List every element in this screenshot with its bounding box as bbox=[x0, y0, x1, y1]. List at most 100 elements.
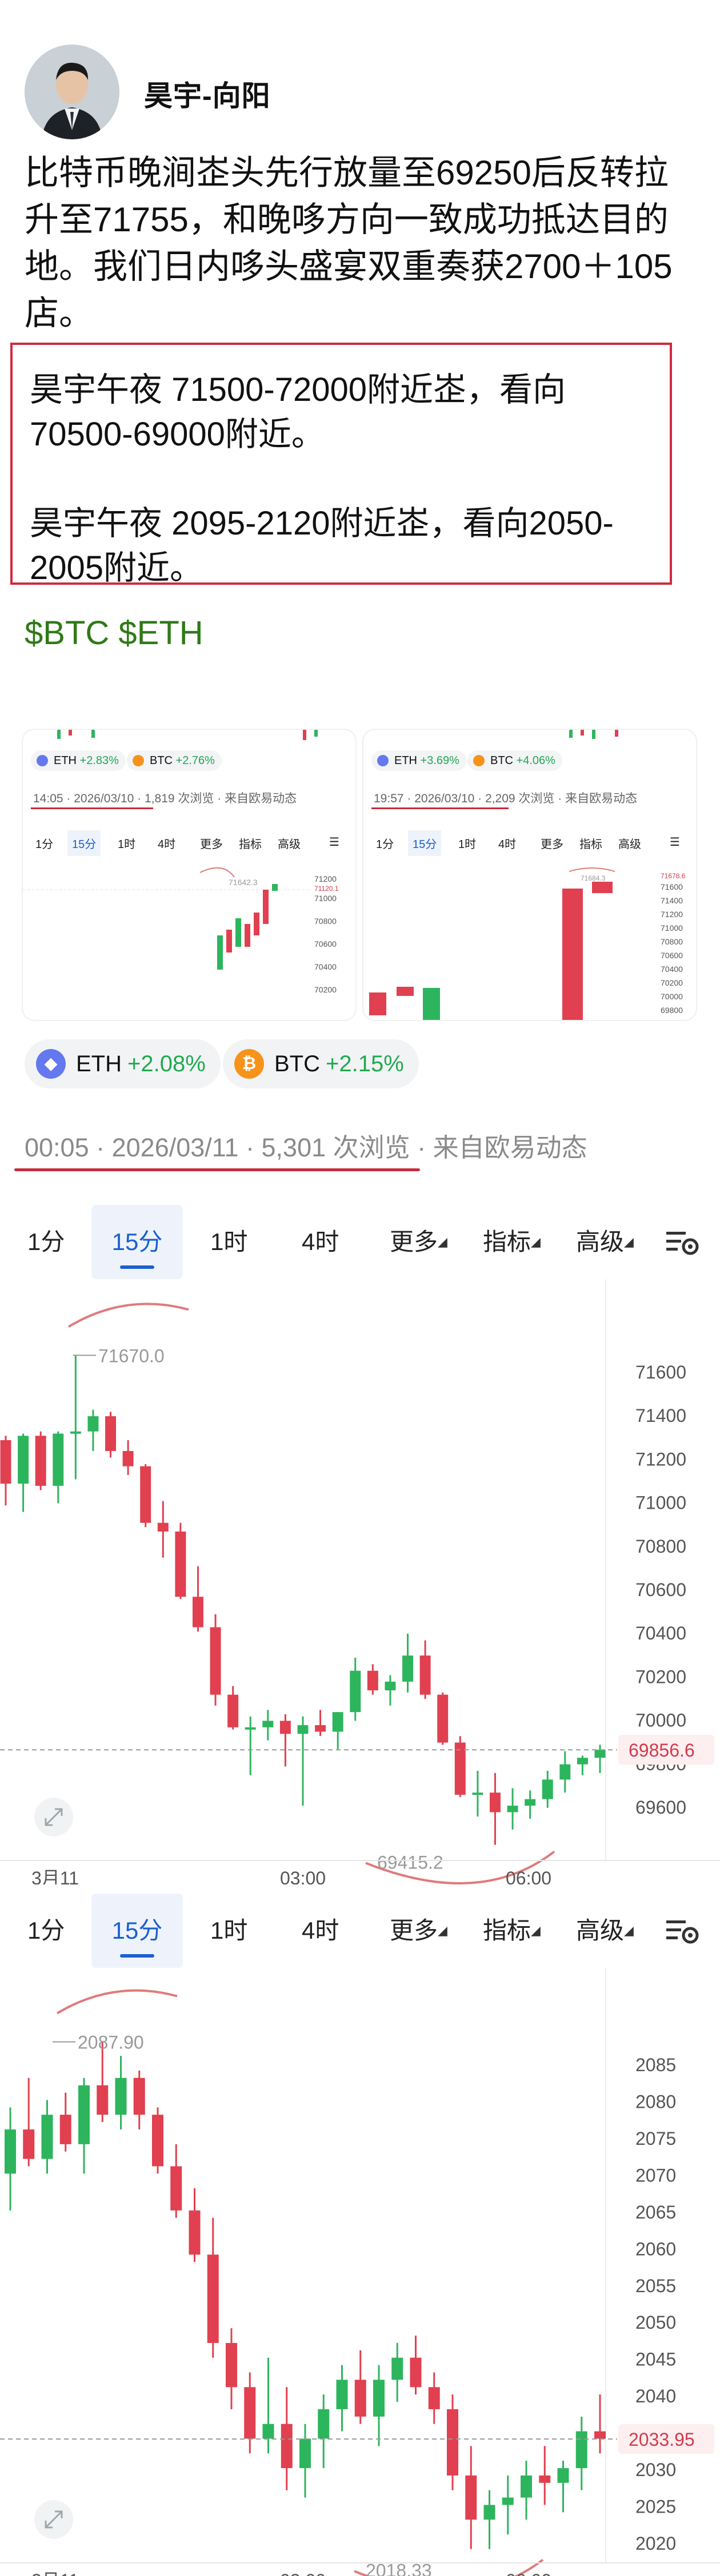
tab-more[interactable]: 更多◢ bbox=[390, 1205, 447, 1279]
svg-text:71000: 71000 bbox=[661, 923, 683, 933]
tab-advanced[interactable]: 高级◢ bbox=[576, 1205, 634, 1279]
tab-more[interactable]: 更多◢ bbox=[390, 1894, 447, 1968]
current-price-label: 69856.6 bbox=[629, 1740, 695, 1761]
post-meta: 00:05 · 2026/03/11 · 5,301 次浏览 · 来自欧易动态 bbox=[25, 1133, 587, 1162]
ethereum-icon: ◆ bbox=[36, 1049, 66, 1079]
tab-1m[interactable]: 1分 bbox=[27, 1205, 65, 1279]
eth-chip[interactable]: ◆ ETH +2.08% bbox=[25, 1039, 221, 1088]
candle-body bbox=[297, 1725, 309, 1734]
tab-indicators[interactable]: 指标◢ bbox=[483, 1205, 541, 1279]
candle-body bbox=[122, 1450, 134, 1466]
preview-meta: 19:57 · 2026/03/10 · 2,209 次浏览 · 来自欧易动态 bbox=[374, 792, 638, 805]
y-tick-label: 70400 bbox=[635, 1623, 686, 1643]
high-price-label: 2087.90 bbox=[78, 2032, 144, 2053]
y-tick-label: 70200 bbox=[635, 1666, 686, 1687]
y-tick-label: 71000 bbox=[635, 1493, 686, 1513]
candle-body bbox=[373, 2380, 385, 2417]
candle-body bbox=[437, 1694, 449, 1743]
candle-body bbox=[354, 2380, 366, 2417]
current-price-label: 2033.95 bbox=[629, 2429, 695, 2450]
candle-body bbox=[18, 1436, 29, 1484]
x-tick-label: 3月11 bbox=[31, 2570, 79, 2576]
y-tick-label: 2055 bbox=[635, 2276, 676, 2296]
btc-chart[interactable]: 71600 71400 71200 71000 70800 70600 70400 70200… bbox=[0, 1279, 720, 1884]
svg-text:71200: 71200 bbox=[314, 874, 337, 883]
candle-body bbox=[244, 2387, 256, 2439]
candle-body bbox=[525, 1799, 536, 1806]
y-tick-label: 2020 bbox=[635, 2533, 676, 2554]
candle-body bbox=[175, 1531, 186, 1597]
chart-settings-icon[interactable] bbox=[663, 1914, 703, 1948]
svg-text:71120.1: 71120.1 bbox=[314, 885, 339, 893]
btc-chip[interactable]: ₿ BTC +2.15% bbox=[223, 1039, 419, 1088]
candle-body bbox=[97, 2085, 109, 2115]
svg-text:71678.6: 71678.6 bbox=[661, 872, 686, 880]
preview-top-candles bbox=[57, 730, 318, 740]
eth-chart[interactable]: 2085 2080 2075 2070 2065 2060 2055 2050 2045 2040… bbox=[0, 1968, 720, 2576]
candle-body bbox=[419, 1655, 431, 1695]
candle-body bbox=[279, 1721, 291, 1734]
candle-body bbox=[367, 1670, 378, 1691]
x-tick-label: 3月11 bbox=[31, 1868, 79, 1884]
y-tick-label: 71600 bbox=[635, 1362, 686, 1383]
tab-advanced[interactable]: 高级◢ bbox=[576, 1894, 634, 1968]
candle-body bbox=[299, 2438, 311, 2469]
candle-body bbox=[152, 2115, 163, 2167]
svg-text:71200: 71200 bbox=[661, 910, 683, 919]
avatar[interactable] bbox=[25, 45, 119, 139]
quote-line-btc: 昊宇午夜 71500-72000附近峜，看向70500-69000附近。 bbox=[30, 371, 566, 453]
candle-body bbox=[575, 2431, 587, 2469]
candle-body bbox=[472, 1793, 483, 1795]
candle-body bbox=[447, 2409, 458, 2475]
candle-body bbox=[332, 1712, 343, 1732]
y-tick-label: 70800 bbox=[635, 1536, 686, 1557]
candle-body bbox=[59, 2115, 71, 2144]
tab-15m[interactable]: 15分 bbox=[91, 1894, 183, 1968]
preview-eth-chip: ETH +3.69% bbox=[371, 750, 466, 771]
candle-body bbox=[87, 1416, 99, 1432]
preview-image-left[interactable]: ETH +2.83% BTC +2.76% 14:05 · 2026/03/10… bbox=[23, 730, 355, 1020]
tab-1m[interactable]: 1分 bbox=[27, 1894, 65, 1968]
chart-settings-icon[interactable] bbox=[663, 1225, 703, 1259]
y-tick-label: 71200 bbox=[635, 1449, 686, 1469]
candle-body bbox=[391, 2357, 403, 2380]
candle-body bbox=[5, 2129, 16, 2174]
candle-body bbox=[70, 1431, 81, 1434]
candle-body bbox=[0, 1440, 11, 1484]
candle-body bbox=[35, 1436, 46, 1486]
preview-eth-chip: ETH +2.83% bbox=[31, 750, 126, 771]
tab-1h[interactable]: 1时 bbox=[210, 1205, 247, 1279]
candle-body bbox=[483, 2505, 495, 2520]
candle-body bbox=[133, 2077, 145, 2115]
y-tick-label: 2030 bbox=[635, 2460, 676, 2480]
tab-4h[interactable]: 4时 bbox=[302, 1894, 339, 1968]
svg-text:70000: 70000 bbox=[661, 992, 683, 1001]
tab-1h[interactable]: 1时 bbox=[210, 1894, 247, 1968]
x-tick-label: 06:00 bbox=[506, 2570, 551, 2576]
preview-image-right[interactable]: ETH +3.69% BTC +4.06% 19:57 · 2026/03/10… bbox=[363, 730, 696, 1020]
candle-body bbox=[23, 2129, 35, 2159]
tab-15m[interactable]: 15分 bbox=[91, 1205, 183, 1279]
y-tick-label: 71400 bbox=[635, 1405, 686, 1426]
hashtags[interactable]: $BTC $ETH bbox=[25, 614, 203, 652]
author-name[interactable]: 昊宇-向阳 bbox=[144, 73, 271, 114]
candle-body bbox=[105, 1416, 117, 1451]
svg-text:69800: 69800 bbox=[661, 1006, 683, 1015]
candle-body bbox=[559, 1764, 571, 1780]
candle-body bbox=[507, 1806, 518, 1813]
preview-left-chart: 71642.3 71200 71000 70800 70600 70400 70… bbox=[23, 867, 339, 994]
tab-4h[interactable]: 4时 bbox=[302, 1205, 339, 1279]
y-tick-label: 69600 bbox=[635, 1797, 686, 1818]
tab-indicators[interactable]: 指标◢ bbox=[483, 1894, 541, 1968]
y-tick-label: 2025 bbox=[635, 2497, 676, 2517]
candle-body bbox=[170, 2166, 182, 2211]
y-tick-label: 2080 bbox=[635, 2091, 676, 2112]
y-tick-label: 2040 bbox=[635, 2386, 676, 2406]
candle-body bbox=[539, 2475, 551, 2483]
candle-body bbox=[78, 2085, 90, 2144]
candle-body bbox=[227, 1694, 239, 1727]
candle-body bbox=[315, 1725, 326, 1732]
candle-body bbox=[465, 2475, 477, 2520]
highlight-box: 昊宇午夜 71500-72000附近峜，看向70500-69000附近。 昊宇午… bbox=[10, 343, 672, 586]
candle-body bbox=[428, 2387, 440, 2409]
